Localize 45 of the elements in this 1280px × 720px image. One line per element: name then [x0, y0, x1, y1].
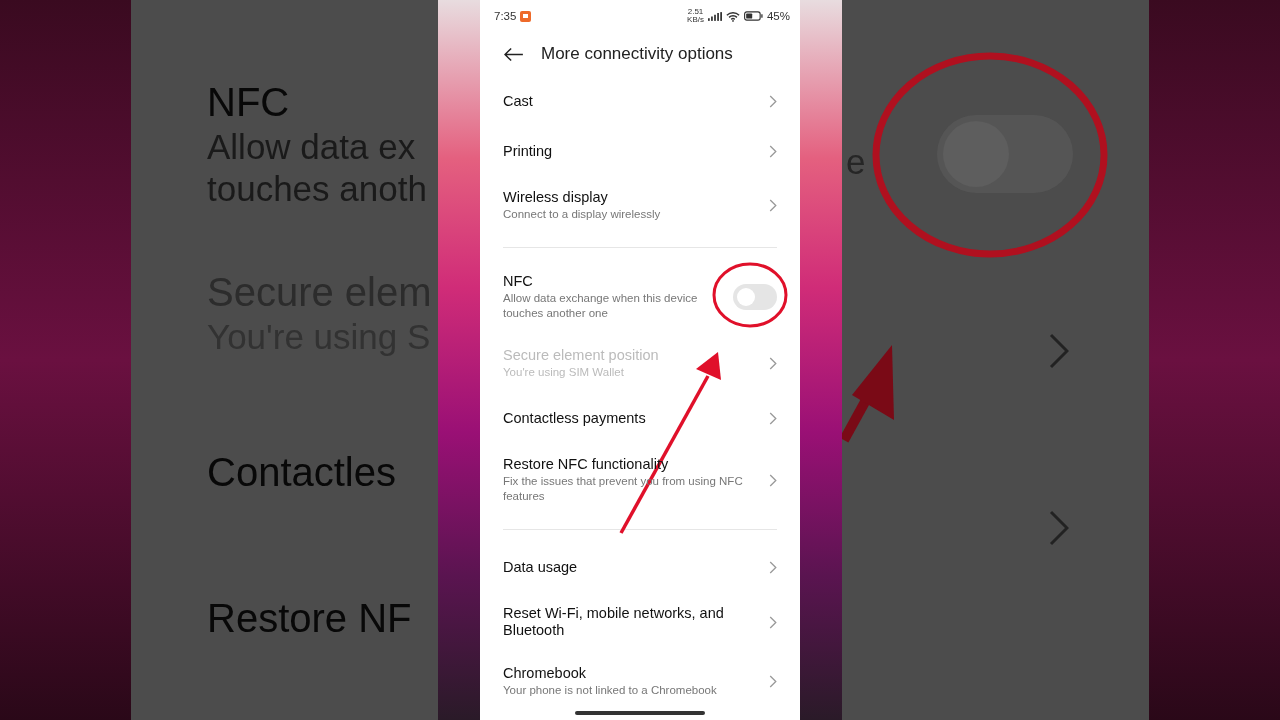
item-title: Wireless display [503, 189, 609, 206]
chevron-icon [1049, 333, 1069, 369]
chevron-icon [1049, 510, 1069, 546]
settings-item[interactable]: Data usage [503, 542, 777, 592]
chevron-icon [769, 411, 777, 425]
settings-item[interactable]: Contactless payments [503, 393, 777, 443]
chevron-icon [769, 199, 777, 212]
item-subtitle: Allow data exchange when this device touches another one [503, 291, 699, 321]
wifi-icon [725, 10, 740, 22]
back-arrow-icon[interactable] [503, 46, 524, 62]
item-subtitle: Connect to a display wirelessly [503, 207, 662, 222]
backdrop-text: Contactles [207, 449, 396, 496]
settings-item[interactable]: Chromebook Your phone is not linked to a Chromebook [503, 652, 777, 711]
chevron-icon [769, 473, 777, 487]
chevron-icon [769, 144, 777, 158]
status-time: 7:35 [494, 10, 517, 22]
recording-icon [520, 10, 532, 22]
settings-item[interactable]: Reset Wi-Fi, mobile networks, and Bluetooth [503, 592, 777, 652]
battery-icon [743, 11, 763, 21]
toggle-switch[interactable] [733, 284, 777, 310]
settings-item[interactable]: NFC Allow data exchange when this device touches another one [503, 260, 777, 334]
settings-item[interactable]: Wireless display Connect to a display wirelessly [503, 176, 777, 235]
item-title: Contactless payments [503, 409, 647, 427]
chevron-icon [769, 560, 777, 574]
item-title: Cast [503, 92, 534, 110]
chevron-icon [769, 357, 777, 370]
item-title: Printing [503, 142, 554, 160]
item-title: Secure element position [503, 347, 660, 364]
settings-item[interactable]: Printing [503, 126, 777, 176]
chevron-icon [769, 675, 777, 688]
backdrop-text: Restore NF [207, 595, 412, 642]
settings-item[interactable]: Cast [503, 76, 777, 126]
battery-percent: 45% [766, 10, 790, 22]
chevron-icon [769, 94, 777, 108]
item-subtitle: Your phone is not linked to a Chromebook [503, 683, 718, 698]
item-title: Data usage [503, 558, 579, 576]
chevron-icon [769, 615, 777, 629]
item-title: NFC [503, 273, 534, 290]
item-title: Chromebook [503, 665, 587, 682]
item-subtitle: You're using SIM Wallet [503, 365, 625, 380]
signal-icon [707, 11, 722, 21]
item-title: Reset Wi-Fi, mobile networks, and Bluetooth [503, 605, 725, 639]
network-speed: 2.51 KB/s [687, 8, 704, 24]
page-title: More connectivity options [541, 44, 733, 64]
backdrop-text: NFC [207, 79, 290, 126]
